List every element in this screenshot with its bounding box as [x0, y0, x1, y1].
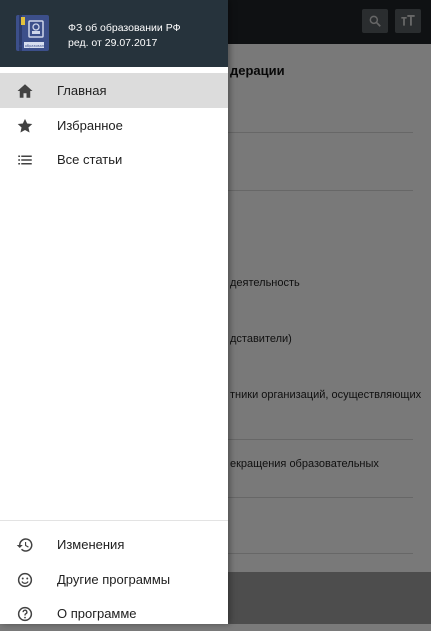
menu-item-label: О программе	[57, 606, 137, 621]
menu-item-label: Изменения	[57, 537, 125, 552]
menu-item-home[interactable]: Главная	[0, 73, 228, 108]
navigation-drawer: об образовании ФЗ об образовании РФ ред.…	[0, 0, 228, 624]
menu-item-favorites[interactable]: Избранное	[0, 108, 228, 143]
help-icon	[17, 606, 33, 622]
menu-item-all-articles[interactable]: Все статьи	[0, 142, 228, 177]
book-icon: об образовании	[16, 15, 49, 51]
drawer-header: об образовании ФЗ об образовании РФ ред.…	[0, 0, 228, 67]
list-icon	[18, 155, 32, 165]
menu-item-other-apps[interactable]: Другие программы	[0, 562, 228, 597]
star-icon	[17, 118, 33, 133]
edition-date: ред. от 29.07.2017	[68, 37, 158, 49]
drawer-divider	[0, 520, 228, 521]
menu-item-about[interactable]: О программе	[0, 596, 228, 631]
history-icon	[16, 538, 33, 552]
home-icon	[17, 84, 33, 98]
smile-icon	[17, 572, 33, 588]
menu-item-label: Избранное	[57, 118, 123, 133]
menu-item-label: Другие программы	[57, 572, 171, 587]
book-caption: об образовании	[19, 44, 48, 48]
app-title: ФЗ об образовании РФ	[68, 22, 181, 34]
menu-item-changes[interactable]: Изменения	[0, 527, 228, 562]
menu-item-label: Все статьи	[57, 152, 123, 167]
menu-item-label: Главная	[57, 83, 107, 98]
